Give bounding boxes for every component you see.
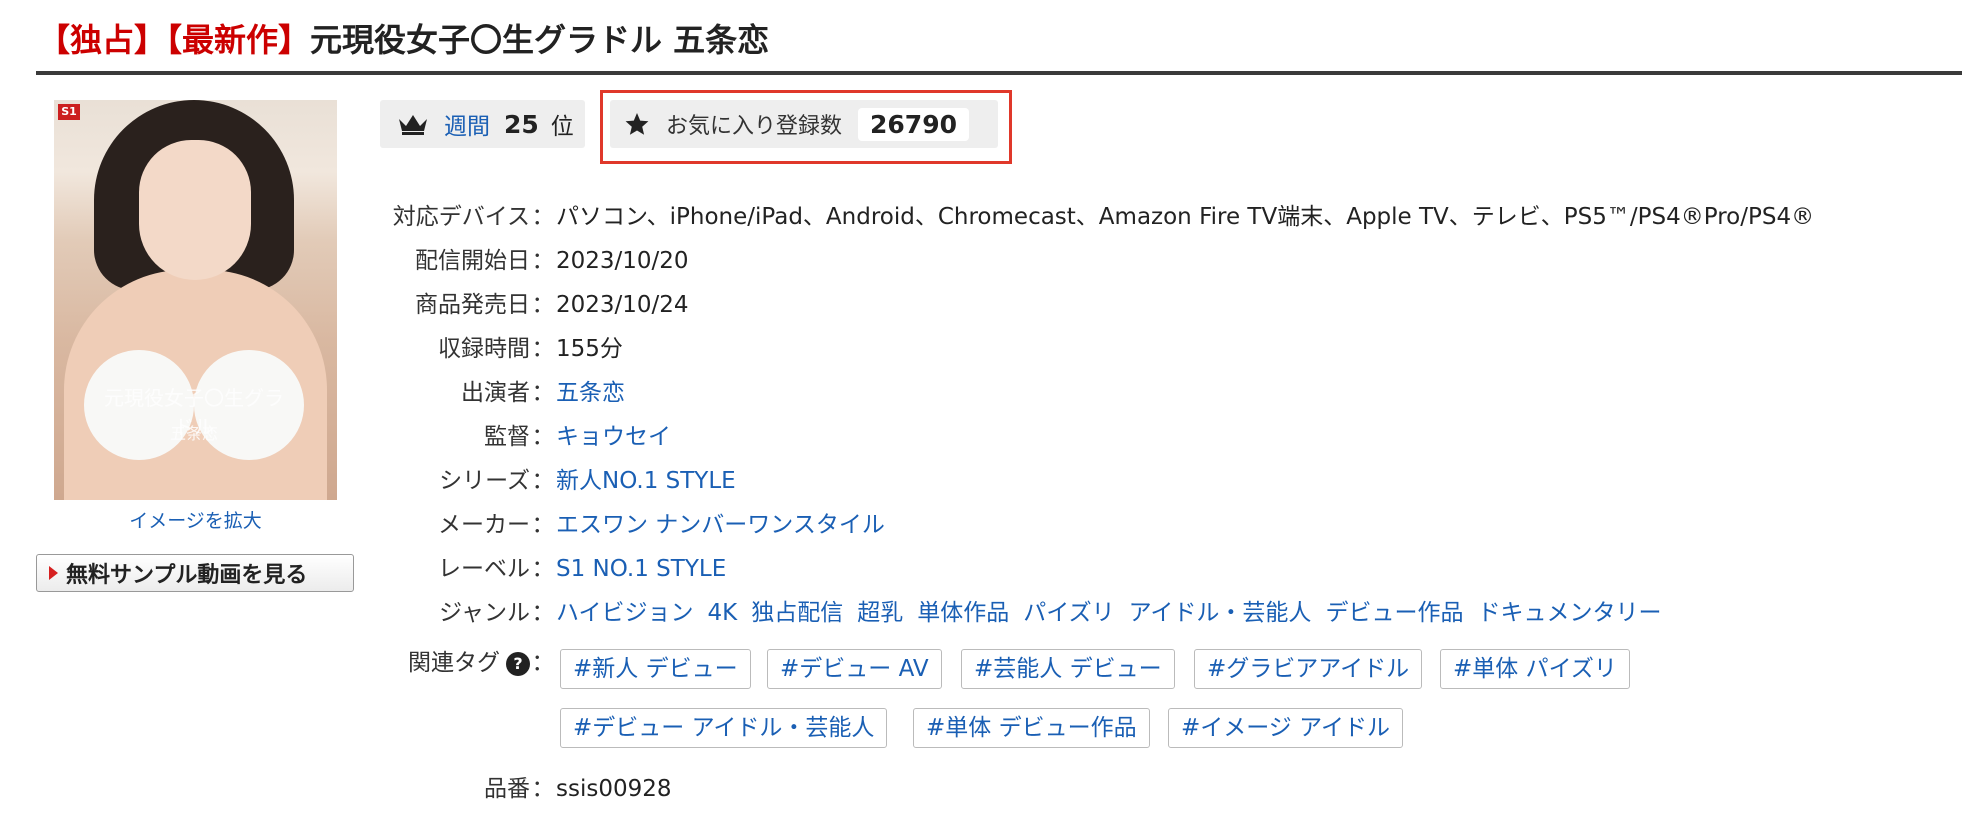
release-date-value: 2023/10/24 (556, 292, 689, 318)
genre-link[interactable]: デビュー作品 (1325, 600, 1463, 626)
separator: ： (531, 650, 555, 676)
weekly-ranking: 週間 25 位 (380, 100, 585, 148)
genre-link[interactable]: ハイビジョン (556, 600, 694, 626)
genre-link[interactable]: アイドル・芸能人 (1129, 600, 1312, 626)
maker-label: メーカー (438, 512, 530, 538)
separator: ： (531, 380, 555, 406)
separator: ： (531, 292, 555, 318)
tag-link[interactable]: #単体 パイズリ (1440, 649, 1630, 689)
separator: ： (531, 424, 555, 450)
product-id-value: ssis00928 (556, 776, 672, 802)
tag-link[interactable]: #デビュー アイドル・芸能人 (560, 708, 888, 748)
package-face (139, 140, 251, 280)
label-row: レーベル：S1 NO.1 STYLE (360, 554, 726, 584)
ranking-number: 25 (504, 109, 539, 139)
free-sample-button[interactable]: 無料サンプル動画を見る (36, 554, 354, 592)
tag-link[interactable]: #単体 デビュー作品 (913, 708, 1150, 748)
product-id-label: 品番 (484, 776, 530, 802)
separator: ： (531, 556, 555, 582)
package-cover-name: 五条恋 (169, 424, 218, 443)
package-logo: S1 (58, 104, 80, 120)
label-link[interactable]: S1 NO.1 STYLE (556, 556, 726, 582)
genre-link[interactable]: 単体作品 (917, 600, 1009, 626)
tags-label: 関連タグ (408, 650, 500, 676)
newest-badge: 【最新作】 (166, 21, 311, 59)
separator: ： (531, 468, 555, 494)
performer-link[interactable]: 五条恋 (556, 380, 625, 406)
help-icon[interactable]: ? (506, 651, 530, 676)
ranking-period-link[interactable]: 週間 (444, 107, 490, 141)
favorites-label: お気に入り登録数 (666, 114, 843, 139)
separator: ： (531, 512, 555, 538)
series-row: シリーズ：新人NO.1 STYLE (360, 466, 736, 496)
free-sample-label: 無料サンプル動画を見る (66, 563, 308, 588)
product-title: 元現役女子〇生グラドル 五条恋 (310, 21, 770, 59)
release-date-label: 商品発売日 (415, 292, 530, 318)
tags-label-wrap: 関連タグ? (360, 648, 530, 678)
ranking-unit: 位 (550, 114, 574, 140)
director-link[interactable]: キョウセイ (556, 424, 671, 450)
separator: ： (531, 336, 555, 362)
tags-row: 関連タグ?： (360, 648, 556, 678)
star-icon (625, 113, 649, 135)
maker-link[interactable]: エスワン ナンバーワンスタイル (556, 512, 885, 538)
delivery-date-row: 配信開始日：2023/10/20 (360, 246, 689, 276)
devices-label: 対応デバイス (392, 204, 530, 230)
favorites-count: 26790 (858, 107, 969, 141)
performer-label: 出演者 (461, 380, 530, 406)
tag-link[interactable]: #イメージ アイドル (1168, 708, 1403, 748)
director-row: 監督：キョウセイ (360, 422, 671, 452)
enlarge-image-link[interactable]: イメージを拡大 (54, 506, 337, 533)
devices-row: 対応デバイス：パソコン、iPhone/iPad、Android、Chromeca… (360, 202, 1814, 232)
genre-label: ジャンル (439, 600, 530, 626)
maker-row: メーカー：エスワン ナンバーワンスタイル (360, 510, 885, 540)
genre-link[interactable]: 超乳 (857, 600, 903, 626)
title-divider (36, 71, 1962, 75)
page-title: 【独占】【最新作】元現役女子〇生グラドル 五条恋 (38, 18, 769, 62)
package-image[interactable]: 元現役女子〇生グラドル 五条恋 S1 (54, 100, 337, 500)
series-label: シリーズ (439, 468, 530, 494)
tag-link[interactable]: #デビュー AV (767, 649, 942, 689)
favorites-count-box: お気に入り登録数 26790 (610, 100, 998, 148)
devices-value: パソコン、iPhone/iPad、Android、Chromecast、Amaz… (556, 204, 1815, 230)
series-link[interactable]: 新人NO.1 STYLE (556, 468, 736, 494)
play-triangle-icon (49, 566, 58, 580)
product-id-row: 品番：ssis00928 (360, 774, 672, 804)
separator: ： (531, 204, 555, 230)
separator: ： (531, 776, 555, 802)
director-label: 監督 (484, 424, 530, 450)
duration-label: 収録時間 (438, 336, 530, 362)
label-label: レーベル (438, 556, 530, 582)
performer-row: 出演者：五条恋 (360, 378, 625, 408)
tag-link[interactable]: #新人 デビュー (560, 649, 751, 689)
genre-link[interactable]: ドキュメンタリー (1477, 600, 1661, 626)
delivery-date-label: 配信開始日 (415, 248, 530, 274)
genre-link[interactable]: 4K (708, 600, 738, 626)
exclusive-badge: 【独占】 (38, 21, 167, 59)
genre-link[interactable]: パイズリ (1023, 600, 1114, 626)
tag-link[interactable]: #グラビアアイドル (1194, 649, 1423, 689)
genre-link[interactable]: 独占配信 (751, 600, 843, 626)
duration-value: 155分 (556, 336, 623, 362)
crown-icon (399, 115, 427, 135)
delivery-date-value: 2023/10/20 (556, 248, 689, 274)
separator: ： (531, 248, 555, 274)
genre-row: ジャンル：ハイビジョン 4K 独占配信 超乳 単体作品 パイズリ アイドル・芸能人 デビュー作… (360, 598, 1675, 628)
release-date-row: 商品発売日：2023/10/24 (360, 290, 689, 320)
tag-link[interactable]: #芸能人 デビュー (961, 649, 1175, 689)
separator: ： (531, 600, 555, 626)
duration-row: 収録時間：155分 (360, 334, 623, 364)
